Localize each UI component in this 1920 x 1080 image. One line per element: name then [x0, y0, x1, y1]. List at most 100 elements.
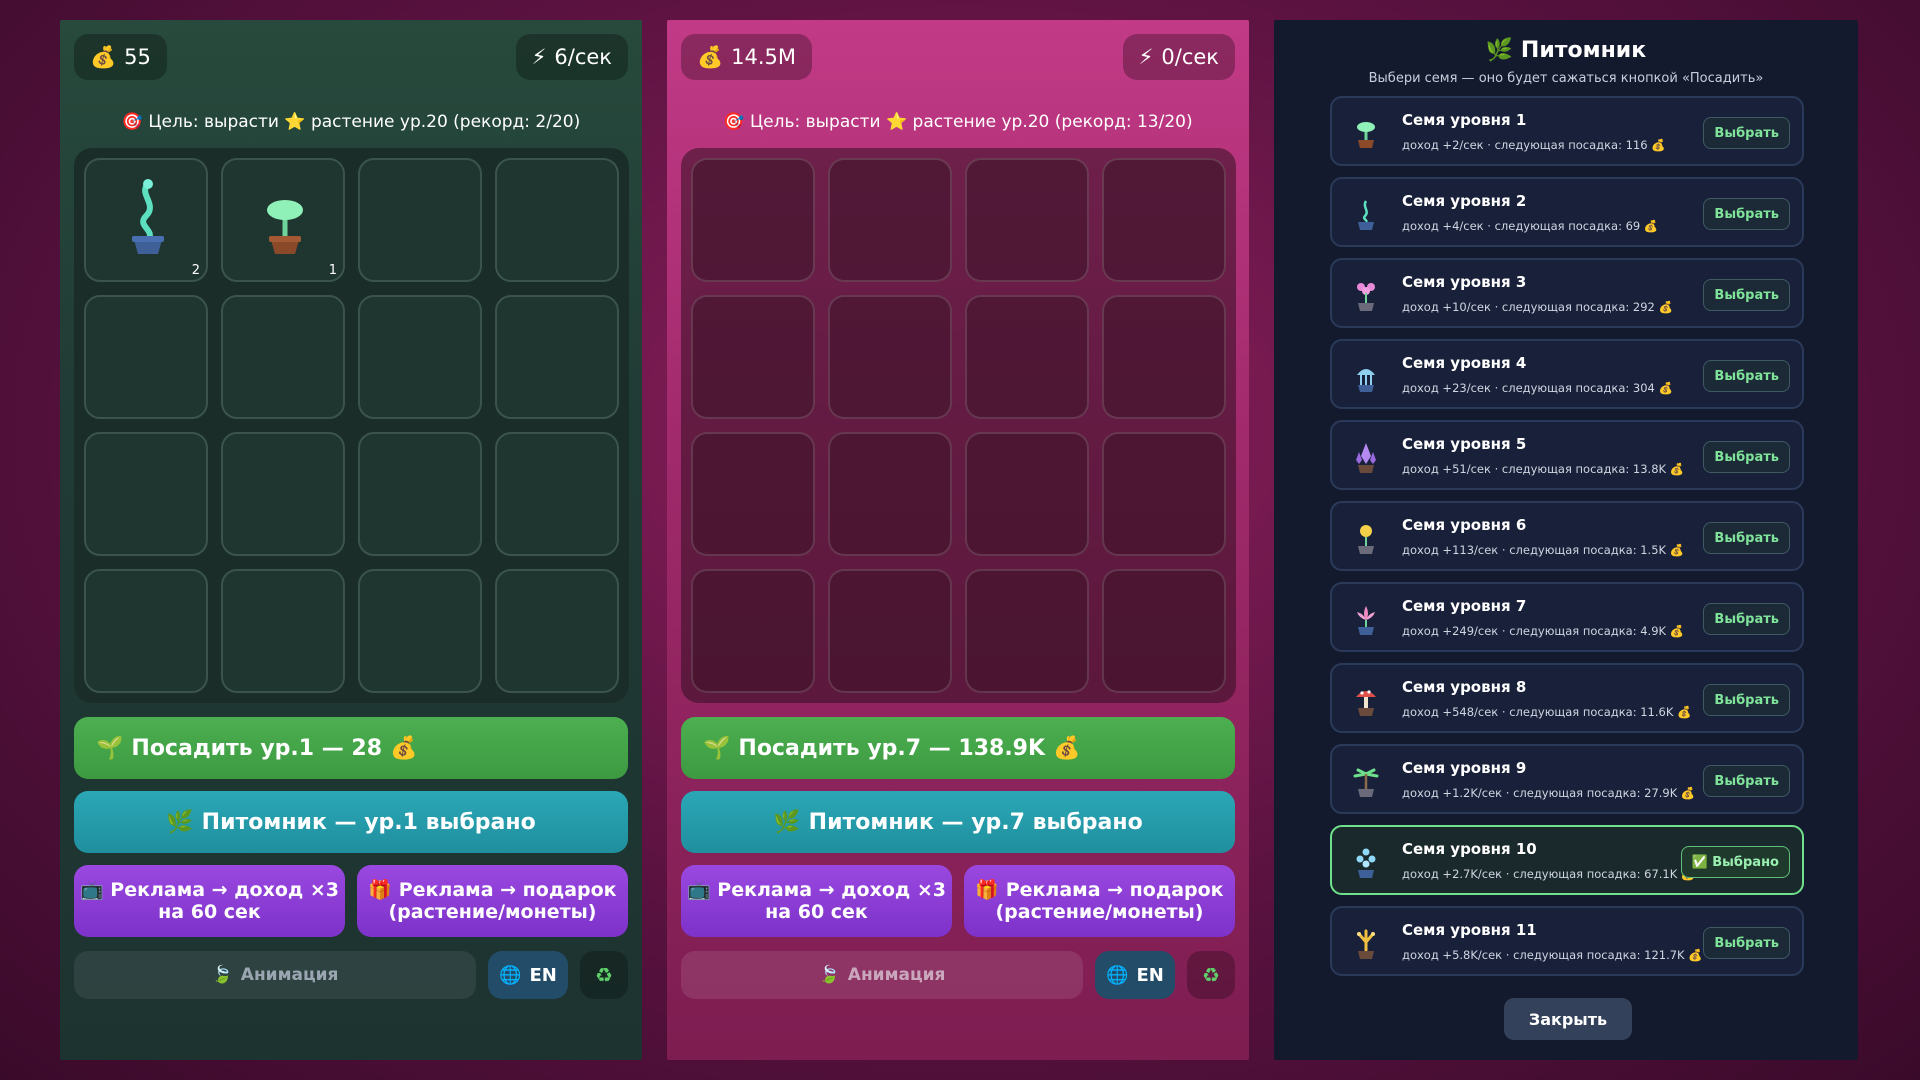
grid-cell[interactable] — [221, 432, 345, 556]
seed-row[interactable]: Семя уровня 7 доход +249/сек · следующая… — [1330, 582, 1804, 652]
palm-icon — [1353, 768, 1379, 797]
select-seed-button[interactable]: Выбрать — [1703, 279, 1790, 311]
seed-row[interactable]: Семя уровня 9 доход +1.2K/сек · следующа… — [1330, 744, 1804, 814]
grid-cell[interactable] — [691, 295, 815, 419]
leaf-icon: 🍃 — [818, 965, 840, 985]
coins-counter: 💰 14.5M — [681, 34, 813, 80]
select-seed-button[interactable]: Выбрать — [1703, 522, 1790, 554]
seed-row[interactable]: Семя уровня 1 доход +2/сек · следующая п… — [1330, 96, 1804, 166]
reset-button[interactable]: ♻ — [580, 951, 628, 999]
reset-button[interactable]: ♻ — [1187, 951, 1235, 999]
plant-grid: 2 1 — [74, 148, 629, 703]
grid-cell[interactable] — [84, 432, 208, 556]
seed-row[interactable]: Семя уровня 2 доход +4/сек · следующая п… — [1330, 177, 1804, 247]
ad-gift-button[interactable]: 🎁 Реклама → подарок (растение/монеты) — [357, 865, 628, 937]
grid-cell[interactable] — [495, 569, 619, 693]
nursery-button[interactable]: 🌿 Питомник — ур.1 выбрано — [74, 791, 628, 853]
grid-cell[interactable] — [495, 158, 619, 282]
language-button[interactable]: 🌐 EN — [1095, 951, 1175, 999]
grid-cell[interactable] — [1102, 295, 1226, 419]
grid-cell[interactable] — [828, 432, 952, 556]
money-bag-icon: 💰 — [390, 735, 418, 761]
seed-row[interactable]: Семя уровня 11 доход +5.8K/сек · следующ… — [1330, 906, 1804, 976]
gift-icon: 🎁 — [368, 879, 393, 901]
seedling-icon: 🌱 — [96, 735, 124, 761]
grid-cell[interactable] — [965, 432, 1089, 556]
select-seed-button[interactable]: Выбрать — [1703, 603, 1790, 635]
grid-cell[interactable] — [828, 295, 952, 419]
selected-seed-badge[interactable]: ✅ Выбрано — [1680, 846, 1790, 878]
plant-button[interactable]: 🌱 Посадить ур.1 — 28 💰 — [74, 717, 628, 779]
seed-list: Семя уровня 1 доход +2/сек · следующая п… — [1330, 96, 1804, 976]
plant-grid — [681, 148, 1236, 703]
grid-cell[interactable] — [358, 158, 482, 282]
seed-row[interactable]: Семя уровня 6 доход +113/сек · следующая… — [1330, 501, 1804, 571]
select-seed-button[interactable]: Выбрать — [1703, 441, 1790, 473]
herb-icon: 🌿 — [773, 809, 801, 835]
grid-cell[interactable] — [358, 432, 482, 556]
game-panel-2: 💰 14.5M ⚡ 0/сек 🎯 Цель: вырасти ⭐ растен… — [667, 20, 1249, 1060]
select-seed-button[interactable]: Выбрать — [1703, 927, 1790, 959]
grid-cell[interactable] — [965, 295, 1089, 419]
grid-cell[interactable] — [1102, 569, 1226, 693]
language-button[interactable]: 🌐 EN — [488, 951, 568, 999]
crystal-icon — [1356, 443, 1376, 473]
lightning-icon: ⚡ — [531, 45, 547, 69]
coins-value: 55 — [124, 45, 151, 69]
grid-cell[interactable] — [965, 158, 1089, 282]
grid-cell[interactable] — [221, 295, 345, 419]
seedling-icon: 🌱 — [703, 735, 731, 761]
grid-cell[interactable] — [84, 569, 208, 693]
select-seed-button[interactable]: Выбрать — [1703, 765, 1790, 797]
tv-icon: 📺 — [79, 879, 104, 901]
select-seed-button[interactable]: Выбрать — [1703, 360, 1790, 392]
jellyfish-plant-icon — [1357, 369, 1375, 392]
select-seed-button[interactable]: Выбрать — [1703, 684, 1790, 716]
grid-cell[interactable] — [691, 432, 815, 556]
grid-cell[interactable] — [1102, 158, 1226, 282]
grid-cell[interactable] — [221, 569, 345, 693]
income-rate: ⚡ 6/сек — [515, 34, 628, 80]
income-rate: ⚡ 0/сек — [1122, 34, 1235, 80]
nursery-button[interactable]: 🌿 Питомник — ур.7 выбрано — [681, 791, 1235, 853]
bulb-flower-icon — [1358, 525, 1374, 554]
plant-button[interactable]: 🌱 Посадить ур.7 — 138.9K 💰 — [681, 717, 1235, 779]
grid-cell[interactable] — [358, 295, 482, 419]
grid-cell[interactable]: 2 — [84, 158, 208, 282]
globe-icon: 🌐 — [499, 964, 522, 986]
gift-icon: 🎁 — [975, 879, 1000, 901]
close-button[interactable]: Закрыть — [1504, 998, 1632, 1040]
select-seed-button[interactable]: Выбрать — [1703, 117, 1790, 149]
animation-toggle[interactable]: 🍃 Анимация — [74, 951, 476, 999]
seed-row[interactable]: Семя уровня 8 доход +548/сек · следующая… — [1330, 663, 1804, 733]
goal-text: 🎯 Цель: вырасти ⭐ растение ур.20 (рекорд… — [723, 112, 1193, 132]
grid-cell[interactable] — [828, 158, 952, 282]
seed-row[interactable]: Семя уровня 5 доход +51/сек · следующая … — [1330, 420, 1804, 490]
grid-cell[interactable] — [828, 569, 952, 693]
recycle-icon: ♻ — [1202, 963, 1220, 987]
grid-cell[interactable] — [1102, 432, 1226, 556]
grid-cell[interactable] — [495, 295, 619, 419]
animation-toggle[interactable]: 🍃 Анимация — [681, 951, 1083, 999]
grid-cell[interactable] — [84, 295, 208, 419]
grid-cell[interactable] — [358, 569, 482, 693]
seed-row[interactable]: Семя уровня 3 доход +10/сек · следующая … — [1330, 258, 1804, 328]
goal-text: 🎯 Цель: вырасти ⭐ растение ур.20 (рекорд… — [121, 112, 581, 132]
mushroom-icon — [1356, 690, 1376, 716]
grid-cell[interactable] — [691, 158, 815, 282]
grid-cell[interactable] — [691, 569, 815, 693]
seed-row[interactable]: Семя уровня 4 доход +23/сек · следующая … — [1330, 339, 1804, 409]
grid-cell[interactable] — [495, 432, 619, 556]
grid-cell[interactable] — [965, 569, 1089, 693]
ad-income-button[interactable]: 📺 Реклама → доход ×3 на 60 сек — [74, 865, 345, 937]
lotus-icon — [1357, 606, 1375, 635]
herb-icon: 🌿 — [166, 809, 194, 835]
select-seed-button[interactable]: Выбрать — [1703, 198, 1790, 230]
ad-income-button[interactable]: 📺 Реклама → доход ×3 на 60 сек — [681, 865, 952, 937]
bubble-plant-icon — [1356, 848, 1376, 878]
ad-gift-button[interactable]: 🎁 Реклама → подарок (растение/монеты) — [964, 865, 1235, 937]
sprout-icon — [267, 200, 303, 254]
seed-row-selected[interactable]: Семя уровня 10 доход +2.7K/сек · следующ… — [1330, 825, 1804, 895]
globe-icon: 🌐 — [1106, 964, 1129, 986]
grid-cell[interactable]: 1 — [221, 158, 345, 282]
